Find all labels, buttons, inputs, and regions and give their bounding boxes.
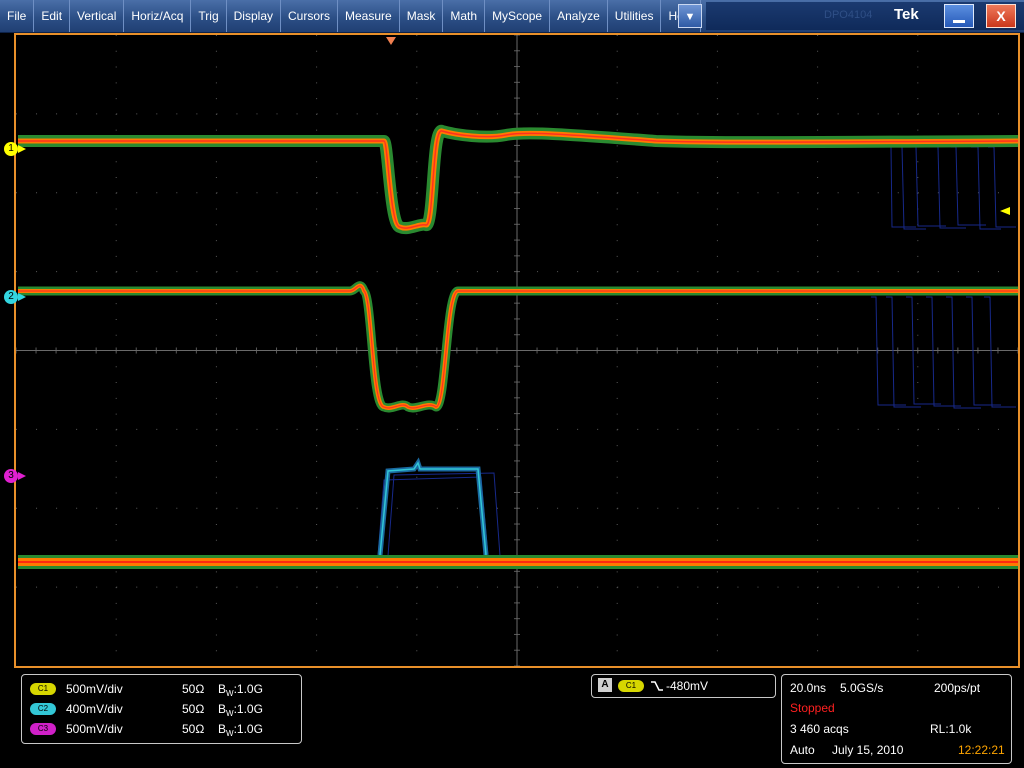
menu-item-cursors[interactable]: Cursors bbox=[281, 0, 339, 32]
acquisition-state: Stopped bbox=[790, 701, 835, 715]
ch3-marker[interactable]: 3 bbox=[4, 469, 26, 483]
c3-bw-value: :1.0G bbox=[233, 722, 263, 736]
c1-scale: 500mV/div bbox=[66, 682, 123, 696]
c2-impedance: 50Ω bbox=[182, 702, 205, 716]
c1-bw-prefix: B bbox=[218, 682, 227, 696]
menu-item-myscope[interactable]: MyScope bbox=[485, 0, 551, 32]
ch3-marker-arrow bbox=[18, 472, 26, 480]
c1-bw-value: :1.0G bbox=[233, 682, 263, 696]
c3-impedance: 50Ω bbox=[182, 722, 205, 736]
minimize-icon bbox=[953, 20, 965, 23]
menu-item-file[interactable]: File bbox=[0, 0, 35, 32]
menu-item-horiz-acq[interactable]: Horiz/Acq bbox=[124, 0, 192, 32]
date: July 15, 2010 bbox=[832, 743, 904, 757]
trigger-level: -480mV bbox=[666, 679, 709, 693]
menu-items: File Edit Vertical Horiz/Acq Trig Display Curs… bbox=[0, 0, 702, 32]
ch2-marker-arrow bbox=[18, 293, 26, 301]
channel-settings-panel[interactable]: C1 500mV/div 50Ω BW:1.0G C2 400mV/div 50… bbox=[21, 674, 302, 744]
ch2-waveform bbox=[18, 281, 1018, 413]
menu-item-edit[interactable]: Edit bbox=[34, 0, 71, 32]
ch3-marker-label: 3 bbox=[8, 470, 14, 481]
c1-impedance: 50Ω bbox=[182, 682, 205, 696]
acquisition-count: 3 460 acqs bbox=[790, 722, 849, 736]
menu-item-trig[interactable]: Trig bbox=[191, 0, 227, 32]
c1-bandwidth: BW:1.0G bbox=[218, 681, 263, 702]
menu-bar: File Edit Vertical Horiz/Acq Trig Display Curs… bbox=[0, 0, 1024, 33]
reference-level-marker bbox=[1000, 207, 1010, 215]
c2-bw-prefix: B bbox=[218, 702, 227, 716]
time-per-div: 20.0ns bbox=[790, 681, 827, 695]
c2-bw-sub: W bbox=[226, 709, 234, 718]
menu-item-vertical[interactable]: Vertical bbox=[70, 0, 125, 32]
channel-row-c3[interactable]: C3 500mV/div 50Ω BW:1.0G bbox=[22, 721, 301, 738]
menu-item-display[interactable]: Display bbox=[227, 0, 281, 32]
trigger-mode: Auto bbox=[790, 743, 815, 757]
c1-bw-sub: W bbox=[226, 689, 234, 698]
chevron-down-icon[interactable]: ▼ bbox=[678, 4, 702, 28]
menu-item-utilities[interactable]: Utilities bbox=[608, 0, 662, 32]
minimize-button[interactable] bbox=[944, 4, 974, 28]
trigger-position-marker[interactable] bbox=[386, 37, 396, 45]
tek-logo: Tek bbox=[894, 6, 919, 23]
ch2-marker-label: 2 bbox=[8, 291, 14, 302]
c3-bw-prefix: B bbox=[218, 722, 227, 736]
acquisition-panel[interactable]: 20.0ns 5.0GS/s 200ps/pt Stopped 3 460 ac… bbox=[781, 674, 1012, 764]
ch1-marker[interactable]: 1 bbox=[4, 142, 26, 156]
c3-scale: 500mV/div bbox=[66, 722, 123, 736]
close-button[interactable]: X bbox=[986, 4, 1016, 28]
c2-scale: 400mV/div bbox=[66, 702, 123, 716]
channel-row-c1[interactable]: C1 500mV/div 50Ω BW:1.0G bbox=[22, 681, 301, 698]
falling-edge-icon bbox=[651, 681, 663, 691]
c3-badge: C3 bbox=[30, 723, 56, 735]
channel-row-c2[interactable]: C2 400mV/div 50Ω BW:1.0G bbox=[22, 701, 301, 718]
trigger-source-badge: C1 bbox=[618, 680, 644, 692]
trigger-mode-letter: A bbox=[598, 678, 612, 692]
c2-bandwidth: BW:1.0G bbox=[218, 701, 263, 722]
waveform-display[interactable] bbox=[14, 33, 1020, 668]
time: 12:22:21 bbox=[958, 743, 1005, 757]
c3-bw-sub: W bbox=[226, 729, 234, 738]
menu-item-mask[interactable]: Mask bbox=[400, 0, 444, 32]
c2-badge: C2 bbox=[30, 703, 56, 715]
c3-bandwidth: BW:1.0G bbox=[218, 721, 263, 742]
resolution: 200ps/pt bbox=[934, 681, 981, 695]
trigger-panel[interactable]: A C1 -480mV bbox=[591, 674, 776, 698]
menu-item-measure[interactable]: Measure bbox=[338, 0, 400, 32]
ch2-marker[interactable]: 2 bbox=[4, 290, 26, 304]
c2-bw-value: :1.0G bbox=[233, 702, 263, 716]
menu-item-math[interactable]: Math bbox=[443, 0, 486, 32]
menu-item-analyze[interactable]: Analyze bbox=[550, 0, 608, 32]
title-panel: DPO4104 Tek X bbox=[706, 2, 1024, 30]
record-length: RL:1.0k bbox=[930, 722, 972, 736]
c1-badge: C1 bbox=[30, 683, 56, 695]
ch1-marker-arrow bbox=[18, 145, 26, 153]
model-label: DPO4104 bbox=[824, 9, 873, 21]
ch3-waveform bbox=[18, 457, 1018, 569]
ch1-marker-label: 1 bbox=[8, 143, 14, 154]
sample-rate: 5.0GS/s bbox=[840, 681, 884, 695]
graticule-svg bbox=[16, 35, 1018, 666]
